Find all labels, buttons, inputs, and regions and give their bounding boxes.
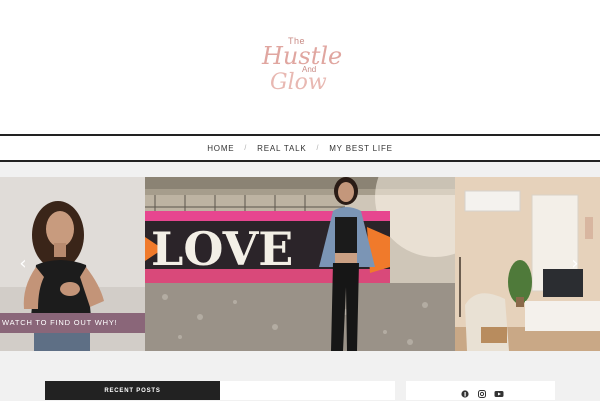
youtube-icon[interactable] [494, 390, 504, 398]
slide-caption[interactable]: WATCH TO FIND OUT WHY! [0, 313, 145, 333]
recent-posts-header: RECENT POSTS [45, 381, 220, 400]
nav-separator: / [316, 144, 320, 152]
nav-separator: / [244, 144, 248, 152]
slider-prev-arrow[interactable]: ‹ [15, 254, 31, 274]
nav-item-home[interactable]: HOME [207, 144, 234, 153]
featured-slider: WATCH TO FIND OUT WHY! LOVE ‹ › [0, 177, 600, 351]
content-panel [220, 381, 395, 400]
pinterest-icon[interactable] [460, 390, 470, 398]
site-logo[interactable]: The Hustle And Glow [258, 36, 344, 96]
site-header: The Hustle And Glow [0, 0, 600, 134]
logo-glow: Glow [270, 70, 327, 95]
love-sign-text: LOVE [151, 222, 293, 276]
slide2-image: LOVE [145, 177, 455, 351]
instagram-icon[interactable] [477, 390, 487, 398]
main-nav: HOME / REAL TALK / MY BEST LIFE [0, 134, 600, 162]
nav-item-real-talk[interactable]: REAL TALK [257, 144, 306, 153]
social-widget [406, 381, 555, 400]
slider-next-arrow[interactable]: › [567, 254, 583, 274]
nav-item-my-best-life[interactable]: MY BEST LIFE [329, 144, 393, 153]
slide-love-wall[interactable]: LOVE [145, 177, 455, 351]
